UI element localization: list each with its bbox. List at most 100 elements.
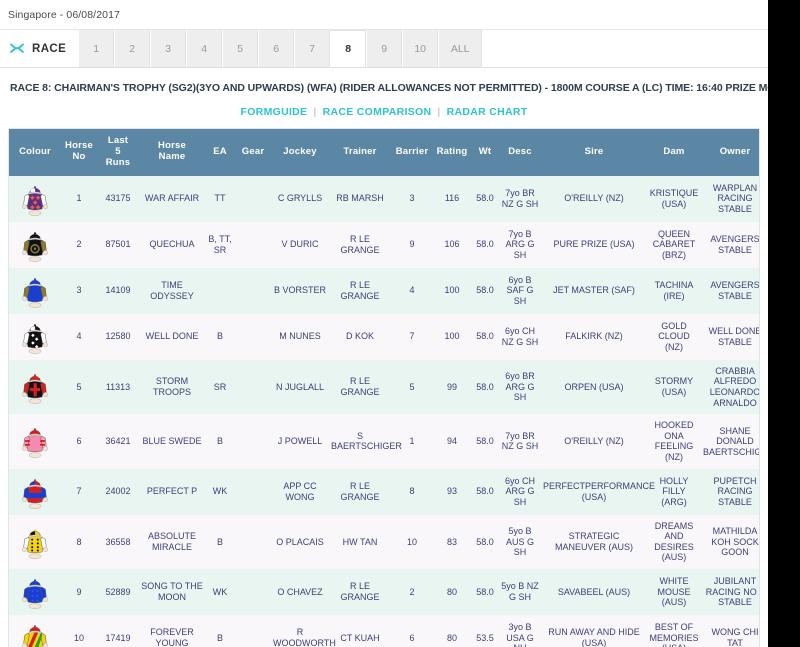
race-tab-1[interactable]: 1 — [78, 30, 115, 67]
table-row[interactable]: 10 17419 FOREVER YOUNG B R WOODWORTH CT KUAH 6… — [9, 615, 759, 647]
header-barrier[interactable]: Barrier — [391, 129, 433, 176]
cell-ea: B — [205, 313, 235, 360]
cell-jockey: V DURIC — [271, 221, 329, 268]
cell-barrier: 2 — [391, 569, 433, 616]
jockey-silk-icon — [21, 625, 49, 647]
cell-jockey: R WOODWORTH — [271, 615, 336, 647]
race-tab-10[interactable]: 10 — [402, 30, 439, 67]
header-wt[interactable]: Wt — [471, 129, 499, 176]
header-rating[interactable]: Rating — [433, 129, 471, 176]
cell-owner: WARPLAN RACING STABLE — [701, 175, 759, 222]
header-ea[interactable]: EA — [205, 129, 235, 176]
jockey-silk-icon — [21, 232, 49, 262]
race-tab-bar: RACE 1 2 3 4 5 6 7 8 9 10 ALL — [0, 30, 768, 68]
cell-ea: SR — [205, 359, 235, 415]
table-row[interactable]: 2 87501 QUECHUA B, TT, SR V DURIC R LE GRANGE… — [9, 221, 759, 268]
header-desc[interactable]: Desc — [499, 129, 541, 176]
hdr-line: Horse — [65, 140, 93, 152]
meeting-bar: Singapore - 06/08/2017 — [0, 0, 768, 30]
race-tab-4[interactable]: 4 — [186, 30, 223, 67]
radar-chart-link[interactable]: RADAR CHART — [447, 106, 528, 118]
cell-sire: STRATEGIC MANEUVER (AUS) — [541, 514, 647, 570]
header-colour[interactable]: Colour — [9, 129, 61, 176]
cell-last-5-runs: 36558 — [97, 514, 139, 570]
formguide-link[interactable]: FORMGUIDE — [241, 106, 308, 118]
cell-gear — [235, 468, 271, 515]
race-title: RACE 8: CHAIRMAN'S TROPHY (SG2)(3YO AND … — [10, 82, 768, 94]
race-comparison-link[interactable]: RACE COMPARISON — [323, 106, 432, 118]
cell-horse-no: 1 — [61, 175, 97, 222]
cell-ea: TT — [205, 175, 235, 222]
race-tab-2[interactable]: 2 — [114, 30, 151, 67]
cell-sire: O'REILLY (NZ) — [541, 175, 647, 222]
race-tab-8[interactable]: 8 — [330, 30, 367, 67]
cell-owner: AVENGERS STABLE — [701, 221, 759, 268]
hdr-line: No — [72, 151, 86, 163]
cell-barrier: 7 — [391, 313, 433, 360]
cell-gear — [235, 514, 271, 570]
table-row[interactable]: 9 52889 SONG TO THE MOON WK O CHAVEZ R LE GRA… — [9, 569, 759, 616]
cell-trainer: R LE GRANGE — [329, 569, 391, 616]
cell-horse-name: PERFECT P — [139, 468, 205, 515]
race-tab-9[interactable]: 9 — [366, 30, 403, 67]
cell-dam: HOLLY FILLY (ARG) — [647, 468, 701, 515]
cell-horse-name: FOREVER YOUNG — [139, 615, 205, 647]
table-row[interactable]: 7 24002 PERFECT P WK APP CC WONG R LE GRANGE 8… — [9, 468, 759, 515]
cell-colour — [9, 514, 61, 570]
cell-gear — [235, 414, 271, 469]
cell-jockey: C GRYLLS — [271, 175, 329, 222]
header-owner[interactable]: Owner — [701, 129, 759, 176]
cell-desc: 7yo B ARG G SH — [499, 221, 541, 268]
header-horse-no[interactable]: Horse No — [61, 129, 97, 176]
table-row[interactable]: 8 36558 ABSOLUTE MIRACLE B O PLACAIS HW TAN 10… — [9, 514, 759, 570]
cell-trainer: D KOK — [329, 313, 391, 360]
cell-owner: JUBILANT RACING NO 4 STABLE — [701, 569, 759, 616]
race-tab-6[interactable]: 6 — [258, 30, 295, 67]
cell-wt: 58.0 — [471, 221, 499, 268]
cell-dam: BEST OF MEMORIES (USA) — [647, 615, 701, 647]
race-tab-label: 9 — [381, 42, 388, 55]
brand: RACE — [6, 30, 78, 67]
table-row[interactable]: 1 43175 WAR AFFAIR TT C GRYLLS RB MARSH 3 116 58… — [9, 175, 759, 222]
race-links: FORMGUIDE | RACE COMPARISON | RADAR CHART — [0, 98, 768, 128]
header-trainer[interactable]: Trainer — [329, 129, 391, 176]
header-gear[interactable]: Gear — [235, 129, 271, 176]
race-tab-5[interactable]: 5 — [222, 30, 259, 67]
cell-desc: 6yo CH NZ G SH — [499, 313, 541, 360]
header-horse-name[interactable]: Horse Name — [139, 129, 205, 176]
race-tab-7[interactable]: 7 — [294, 30, 331, 67]
header-sire[interactable]: Sire — [541, 129, 647, 176]
cell-last-5-runs: 14109 — [97, 267, 139, 314]
cell-horse-name: WAR AFFAIR — [139, 175, 205, 222]
cell-horse-no: 6 — [61, 414, 97, 469]
cell-sire: JET MASTER (SAF) — [541, 267, 647, 314]
race-tab-all[interactable]: ALL — [438, 30, 483, 67]
cell-desc: 3yo B USA G NH — [499, 615, 541, 647]
header-dam[interactable]: Dam — [647, 129, 701, 176]
jockey-silk-icon — [21, 478, 49, 509]
header-jockey[interactable]: Jockey — [271, 129, 329, 176]
race-tab-3[interactable]: 3 — [150, 30, 187, 67]
cell-dam: DREAMS AND DESIRES (AUS) — [647, 514, 701, 570]
meeting-label: Singapore - 06/08/2017 — [8, 8, 120, 21]
table-row[interactable]: 3 14109 TIME ODYSSEY B VORSTER R LE GRANGE 4 1… — [9, 267, 759, 314]
cell-last-5-runs: 17419 — [97, 615, 139, 647]
cell-colour — [9, 414, 61, 469]
cell-horse-no: 8 — [61, 514, 97, 570]
cell-colour — [9, 615, 61, 647]
hdr-line: Name — [158, 151, 186, 163]
cell-sire: PERFECTPERFORMANCE (USA) — [541, 468, 655, 515]
table-row[interactable]: 6 36421 BLUE SWEDE B J POWELL S BAERTSCHIGER 1… — [9, 414, 759, 469]
cell-trainer: HW TAN — [329, 514, 391, 570]
cell-gear — [235, 221, 271, 268]
cell-gear — [235, 359, 271, 415]
cell-ea: WK — [205, 569, 235, 616]
cell-jockey: M NUNES — [271, 313, 329, 360]
cell-horse-name: TIME ODYSSEY — [139, 267, 205, 314]
cell-desc: 7yo BR NZ G SH — [499, 414, 541, 469]
cell-barrier: 9 — [391, 221, 433, 268]
header-last-5-runs[interactable]: Last 5 Runs — [97, 129, 139, 176]
table-row[interactable]: 5 11313 STORM TROOPS SR N JUGLALL R LE GRANGE… — [9, 359, 759, 415]
cell-jockey: APP CC WONG — [271, 468, 329, 515]
table-row[interactable]: 4 12580 WELL DONE B M NUNES D KOK 7 100 58.0 6yo … — [9, 313, 759, 360]
